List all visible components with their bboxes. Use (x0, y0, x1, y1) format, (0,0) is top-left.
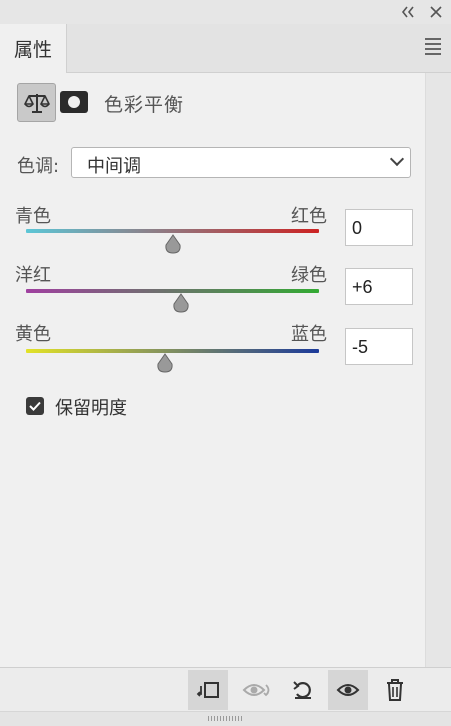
tone-select-value: 中间调 (87, 156, 141, 177)
grip-icon (208, 716, 242, 721)
blue-label: 蓝色 (291, 324, 327, 345)
red-label: 红色 (291, 206, 327, 227)
view-previous-state-icon[interactable] (237, 670, 277, 710)
tone-select[interactable]: 中间调 (71, 147, 411, 178)
magenta-green-slider-thumb[interactable] (172, 293, 190, 313)
yellow-blue-slider-thumb[interactable] (156, 353, 174, 373)
cyan-red-value-input[interactable]: 0 (345, 209, 413, 246)
properties-panel: 属性 色彩平衡 色调: 中间调 青色 红色 0 洋红 绿色 +6 黄色 蓝色 -… (0, 0, 451, 726)
tab-properties-label: 属性 (13, 39, 52, 61)
green-label: 绿色 (291, 265, 327, 286)
cyan-red-slider-thumb[interactable] (164, 234, 182, 254)
yellow-blue-value-input[interactable]: -5 (345, 328, 413, 365)
delete-icon[interactable] (375, 670, 415, 710)
close-icon[interactable] (426, 2, 446, 22)
adjustment-title: 色彩平衡 (104, 94, 185, 116)
magenta-green-value-input[interactable]: +6 (345, 268, 413, 305)
reset-icon[interactable] (283, 670, 323, 710)
bottom-toolbar (0, 667, 451, 712)
cyan-label: 青色 (15, 206, 51, 227)
toggle-visibility-icon[interactable] (328, 670, 368, 710)
tab-properties[interactable]: 属性 (0, 24, 67, 73)
tone-label: 色调: (17, 156, 60, 177)
yellow-label: 黄色 (15, 324, 51, 345)
panel-titlebar (0, 0, 451, 24)
scrollbar-track[interactable] (425, 73, 451, 667)
panel-menu-icon[interactable] (425, 38, 441, 55)
magenta-label: 洋红 (15, 265, 51, 286)
layer-mask-icon[interactable] (60, 91, 88, 113)
preserve-luminosity-label: 保留明度 (55, 398, 127, 419)
cyan-red-slider-track[interactable] (26, 229, 319, 233)
balance-scale-icon[interactable] (17, 83, 56, 122)
double-chevron-left-icon[interactable] (398, 2, 418, 22)
resize-grip-bar[interactable] (0, 711, 451, 726)
tab-bar: 属性 (0, 24, 451, 73)
preserve-luminosity-checkbox[interactable] (26, 397, 44, 415)
clip-to-layer-icon[interactable] (188, 670, 228, 710)
chevron-down-icon (389, 151, 405, 167)
